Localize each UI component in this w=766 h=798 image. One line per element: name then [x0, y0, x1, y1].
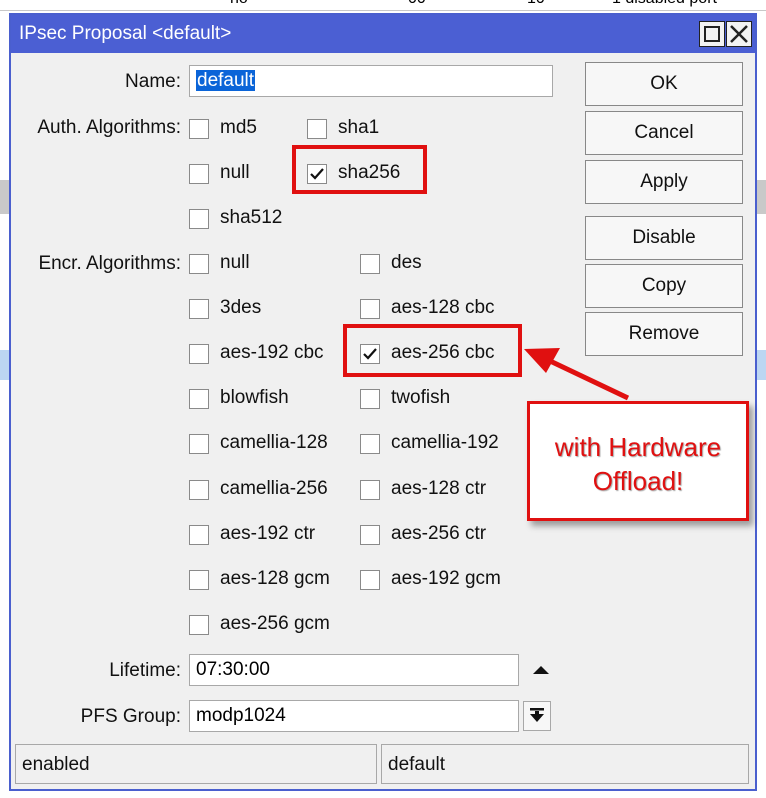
checkbox-label: des	[391, 252, 422, 273]
background-cell: no	[230, 0, 248, 8]
checkbox-label: aes-256 ctr	[391, 523, 487, 544]
close-button[interactable]	[726, 21, 752, 47]
checkbox-label: md5	[220, 117, 257, 138]
checkbox-box[interactable]	[189, 209, 209, 229]
triangle-up-icon	[533, 666, 549, 674]
title-bar[interactable]: IPsec Proposal <default>	[11, 15, 755, 53]
lifetime-field[interactable]: 07:30:00	[189, 654, 519, 686]
name-value: default	[196, 70, 256, 91]
checkbox-label: aes-192 ctr	[220, 523, 316, 544]
highlight-box-sha256	[292, 145, 427, 194]
callout-line-1: with Hardware	[554, 432, 722, 462]
checkbox-box[interactable]	[189, 299, 209, 319]
checkbox-box[interactable]	[189, 570, 209, 590]
apply-button[interactable]: Apply	[585, 160, 743, 204]
checkbox-box[interactable]	[189, 344, 209, 364]
background-selected-row	[757, 350, 766, 380]
background-table-row: no 00 10 1 disabled port	[0, 0, 766, 11]
checkbox-label: sha512	[220, 207, 283, 228]
checkbox-box[interactable]	[189, 389, 209, 409]
checkbox-box[interactable]	[360, 299, 380, 319]
background-header-strip	[0, 180, 9, 214]
lifetime-collapse-button[interactable]	[527, 655, 555, 685]
pfs-group-dropdown-button[interactable]	[523, 701, 551, 731]
background-cell: 1 disabled port	[612, 0, 717, 8]
checkbox-box[interactable]	[360, 525, 380, 545]
checkbox-box[interactable]	[189, 615, 209, 635]
pfs-group-select[interactable]: modp1024	[189, 700, 519, 732]
checkbox-box[interactable]	[189, 119, 209, 139]
checkbox-box[interactable]	[189, 254, 209, 274]
pfs-group-label: PFS Group:	[80, 706, 181, 727]
lifetime-value: 07:30:00	[196, 659, 270, 680]
auth-algorithms-label: Auth. Algorithms:	[37, 117, 181, 138]
checkbox-label: twofish	[391, 387, 451, 408]
checkbox-label: aes-256 gcm	[220, 613, 330, 634]
close-icon	[730, 25, 748, 43]
dialog-title: IPsec Proposal <default>	[19, 23, 232, 44]
checkbox-label: 3des	[220, 297, 262, 318]
checkbox-label: aes-128 ctr	[391, 478, 487, 499]
checkbox-label: sha1	[338, 117, 380, 138]
callout-line-2: Offload!	[592, 466, 684, 496]
checkbox-box[interactable]	[189, 480, 209, 500]
dropdown-arrow-icon	[530, 708, 544, 722]
checkbox-label: aes-128 gcm	[220, 568, 330, 589]
encr-algorithms-label: Encr. Algorithms:	[38, 253, 181, 274]
name-field[interactable]: default	[189, 65, 553, 97]
checkbox-box[interactable]	[307, 119, 327, 139]
highlight-box-aes-256-cbc	[343, 324, 522, 377]
checkbox-label: camellia-128	[220, 432, 328, 453]
background-cell: 10	[527, 0, 545, 8]
pfs-group-value: modp1024	[196, 705, 286, 726]
checkbox-box[interactable]	[360, 389, 380, 409]
checkbox-box[interactable]	[189, 434, 209, 454]
checkbox-label: aes-128 cbc	[391, 297, 495, 318]
copy-button[interactable]: Copy	[585, 264, 743, 308]
checkbox-box[interactable]	[189, 164, 209, 184]
status-default: default	[381, 744, 749, 784]
cancel-button[interactable]: Cancel	[585, 111, 743, 155]
lifetime-label: Lifetime:	[109, 660, 181, 681]
ok-button[interactable]: OK	[585, 62, 743, 106]
background-header-strip	[757, 180, 766, 214]
checkbox-label: null	[220, 162, 250, 183]
checkbox-label: aes-192 gcm	[391, 568, 501, 589]
hardware-offload-callout: with Hardware Offload!	[527, 401, 749, 521]
disable-button[interactable]: Disable	[585, 216, 743, 260]
checkbox-label: aes-192 cbc	[220, 342, 324, 363]
background-selected-row	[0, 350, 9, 380]
checkbox-box[interactable]	[360, 570, 380, 590]
status-enabled: enabled	[15, 744, 377, 784]
background-cell: 00	[408, 0, 426, 8]
remove-button[interactable]: Remove	[585, 312, 743, 356]
checkbox-label: camellia-192	[391, 432, 499, 453]
maximize-button[interactable]	[699, 21, 725, 47]
checkbox-label: blowfish	[220, 387, 289, 408]
name-label: Name:	[125, 71, 181, 92]
checkbox-box[interactable]	[189, 525, 209, 545]
checkbox-box[interactable]	[360, 480, 380, 500]
checkbox-label: null	[220, 252, 250, 273]
checkbox-label: camellia-256	[220, 478, 328, 499]
checkbox-box[interactable]	[360, 254, 380, 274]
checkbox-box[interactable]	[360, 434, 380, 454]
